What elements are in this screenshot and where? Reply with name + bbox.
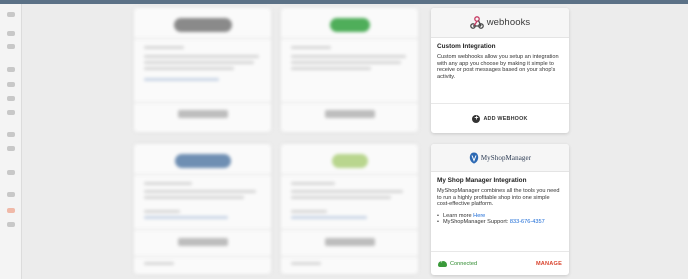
webhooks-card-header: webhooks	[431, 8, 569, 38]
myshopmanager-links-list: Learn more Here MyShopManager Support: 8…	[431, 213, 569, 226]
sidebar-icon[interactable]	[7, 170, 15, 175]
myshopmanager-card-description: MyShopManager combines all the tools you…	[437, 188, 560, 208]
blurred-integration-card	[134, 144, 271, 274]
myshopmanager-card-header: MyShopManager	[431, 144, 569, 172]
list-item: MyShopManager Support: 833-676-4357	[437, 219, 563, 226]
myshopmanager-card-title: My Shop Manager Integration	[437, 177, 527, 184]
integration-logo-icon	[331, 154, 368, 168]
sidebar-icon[interactable]	[7, 146, 15, 151]
support-text: MyShopManager Support:	[443, 219, 510, 226]
learn-more-text: Learn more	[443, 212, 474, 219]
webhooks-card: webhooks Custom Integration Custom webho…	[431, 8, 569, 133]
sidebar-icon[interactable]	[7, 67, 15, 72]
sidebar-icon[interactable]	[7, 82, 15, 87]
list-item: Learn more Here	[437, 213, 563, 220]
sidebar-icon[interactable]	[7, 96, 15, 101]
add-webhook-button[interactable]: + ADD WEBHOOK	[472, 114, 528, 123]
support-phone-link[interactable]: 833-676-4357	[510, 219, 545, 225]
webhooks-logo: webhooks	[469, 16, 531, 29]
sidebar-icon[interactable]	[7, 192, 15, 197]
sidebar-icon[interactable]	[7, 222, 15, 227]
webhooks-card-description: Custom webhooks allow you setup an integ…	[437, 54, 559, 80]
blurred-integration-card	[281, 144, 418, 274]
integration-logo-icon	[329, 18, 370, 32]
top-bar	[0, 0, 688, 4]
sidebar-icon[interactable]	[7, 12, 15, 17]
sidebar-icon[interactable]	[7, 44, 15, 49]
blurred-integration-card	[134, 8, 271, 132]
connected-label: Connected	[450, 260, 478, 267]
blurred-integration-card	[281, 8, 418, 132]
sidebar-icon[interactable]	[7, 31, 15, 36]
webhooks-logo-text: webhooks	[486, 17, 531, 28]
manage-button[interactable]: MANAGE	[536, 261, 562, 267]
webhooks-card-footer: + ADD WEBHOOK	[431, 103, 569, 133]
connected-status: Connected	[438, 259, 478, 267]
myshopmanager-card: MyShopManager My Shop Manager Integratio…	[431, 144, 569, 275]
myshopmanager-icon	[469, 152, 479, 163]
webhooks-icon	[469, 16, 484, 29]
webhooks-card-title: Custom Integration	[437, 43, 496, 50]
myshopmanager-logo: MyShopManager	[469, 152, 531, 164]
sidebar-icon[interactable]	[7, 208, 15, 213]
myshopmanager-logo-text: MyShopManager	[480, 153, 532, 162]
plus-icon: +	[472, 114, 481, 123]
learn-more-link[interactable]: Here	[473, 213, 485, 219]
add-webhook-label: ADD WEBHOOK	[483, 115, 528, 122]
myshopmanager-card-footer: Connected MANAGE	[431, 251, 569, 275]
cloud-check-icon	[438, 259, 447, 267]
integration-logo-icon	[174, 154, 231, 168]
integration-logo-icon	[173, 18, 232, 32]
sidebar	[0, 4, 22, 279]
sidebar-icon[interactable]	[7, 110, 15, 115]
sidebar-icon[interactable]	[7, 132, 15, 137]
